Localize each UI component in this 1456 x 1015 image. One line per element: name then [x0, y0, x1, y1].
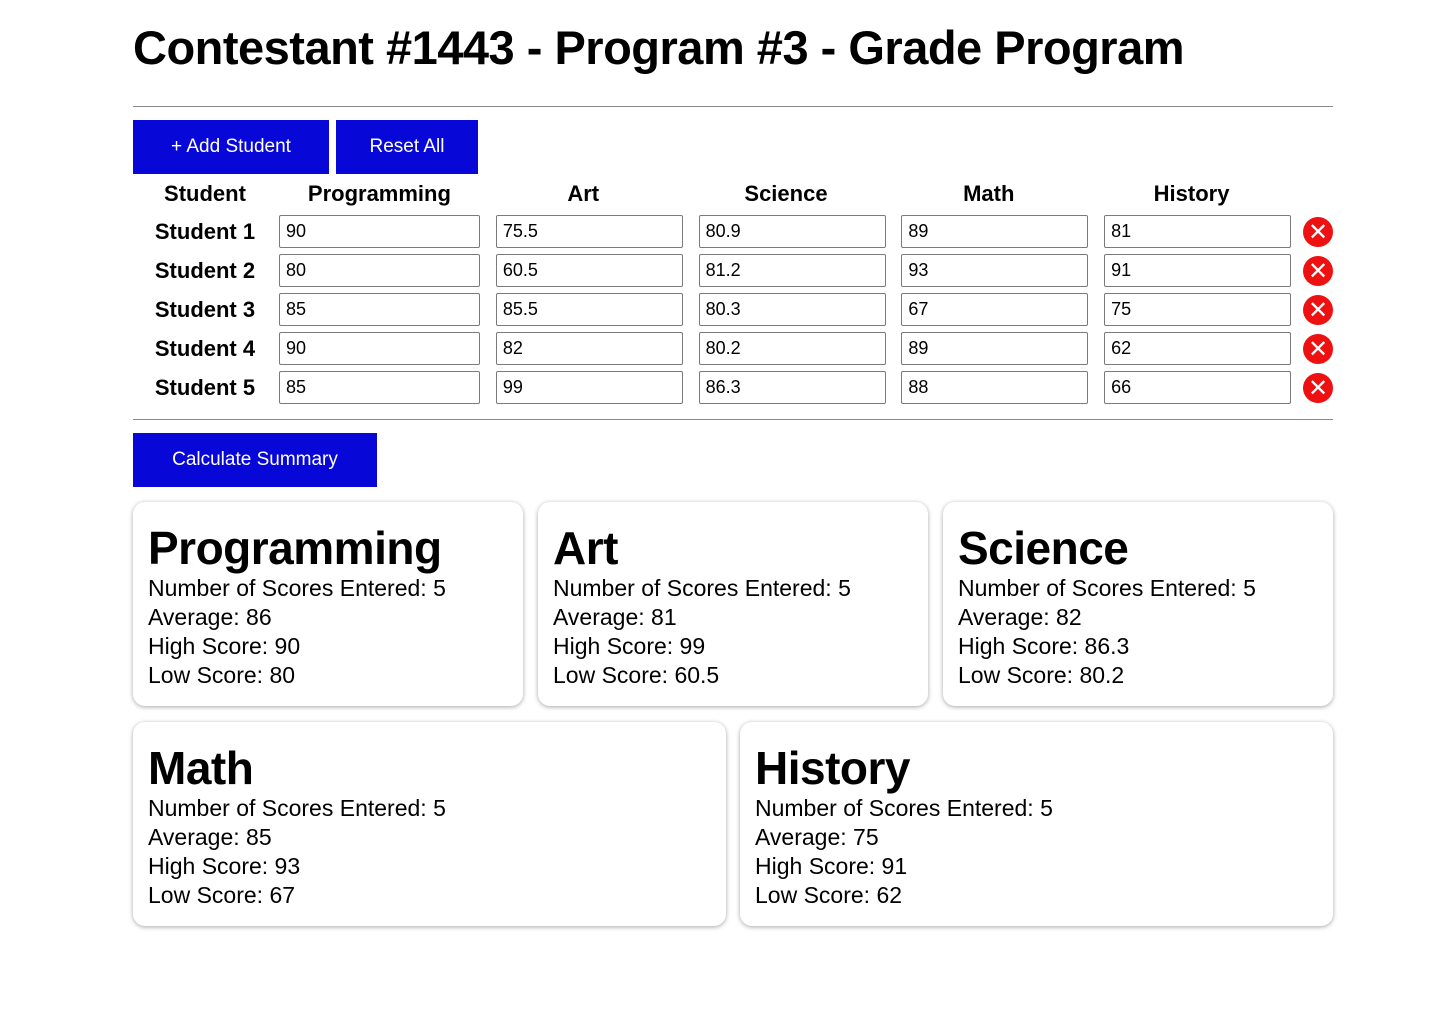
summary-high-score: High Score: 90 [148, 633, 301, 659]
table-row: Student 4 ✕ [133, 329, 1333, 368]
summary-high-score: High Score: 93 [148, 853, 301, 879]
programming-score-input[interactable] [279, 254, 480, 287]
summary-count: Number of Scores Entered: 5 [755, 795, 1053, 821]
summary-card-science: Science Number of Scores Entered: 5 Aver… [943, 502, 1333, 706]
summary-high-score: High Score: 99 [553, 633, 706, 659]
summary-high-score: High Score: 91 [755, 853, 908, 879]
history-score-input[interactable] [1104, 254, 1292, 287]
art-score-input[interactable] [495, 254, 683, 287]
math-score-input[interactable] [901, 254, 1089, 287]
history-score-input[interactable] [1104, 293, 1292, 326]
summary-count: Number of Scores Entered: 5 [148, 795, 446, 821]
science-score-input[interactable] [698, 332, 886, 365]
close-icon[interactable]: ✕ [1303, 372, 1333, 403]
header-student: Student [164, 181, 246, 206]
close-icon[interactable]: ✕ [1303, 333, 1333, 364]
student-name: Student 3 [154, 296, 256, 322]
math-score-input[interactable] [901, 215, 1089, 248]
science-score-input[interactable] [698, 215, 886, 248]
science-score-input[interactable] [698, 254, 886, 287]
summary-average: Average: 85 [148, 824, 272, 850]
summary-average: Average: 81 [553, 604, 677, 630]
middle-divider [133, 419, 1333, 420]
table-header-row: Student Programming Art Science Math His… [133, 176, 1333, 212]
student-name: Student 4 [154, 335, 256, 361]
header-actions [1293, 176, 1333, 212]
programming-score-input[interactable] [279, 215, 480, 248]
summary-card-history: History Number of Scores Entered: 5 Aver… [740, 722, 1333, 926]
math-score-input[interactable] [901, 371, 1089, 404]
summary-card-art: Art Number of Scores Entered: 5 Average:… [538, 502, 928, 706]
header-science: Science [744, 181, 828, 206]
summary-card-title: Art [553, 522, 618, 574]
science-score-input[interactable] [698, 371, 886, 404]
summary-count: Number of Scores Entered: 5 [958, 575, 1256, 601]
math-score-input[interactable] [901, 332, 1089, 365]
top-divider [133, 106, 1333, 107]
summary-low-score: Low Score: 60.5 [553, 662, 720, 688]
header-math: Math [963, 181, 1015, 206]
reset-all-button[interactable]: Reset All [336, 120, 478, 174]
student-name: Student 1 [154, 218, 256, 244]
art-score-input[interactable] [495, 371, 683, 404]
table-row: Student 2 ✕ [133, 251, 1333, 290]
summary-card-title: Programming [148, 522, 442, 574]
table-row: Student 3 ✕ [133, 290, 1333, 329]
programming-score-input[interactable] [279, 293, 480, 326]
summary-average: Average: 75 [755, 824, 879, 850]
summary-card-title: History [755, 742, 910, 794]
summary-low-score: Low Score: 80 [148, 662, 296, 688]
add-student-button[interactable]: + Add Student [133, 120, 329, 174]
summary-card-math: Math Number of Scores Entered: 5 Average… [133, 722, 726, 926]
header-history: History [1153, 181, 1230, 206]
summary-count: Number of Scores Entered: 5 [148, 575, 446, 601]
summary-card-title: Math [148, 742, 254, 794]
summary-average: Average: 86 [148, 604, 272, 630]
summary-low-score: Low Score: 80.2 [958, 662, 1125, 688]
art-score-input[interactable] [495, 215, 683, 248]
close-icon[interactable]: ✕ [1303, 255, 1333, 286]
grades-table: Student Programming Art Science Math His… [133, 176, 1333, 407]
summary-low-score: Low Score: 67 [148, 882, 296, 908]
programming-score-input[interactable] [279, 332, 480, 365]
art-score-input[interactable] [495, 332, 683, 365]
header-art: Art [567, 181, 600, 206]
summary-average: Average: 82 [958, 604, 1082, 630]
math-score-input[interactable] [901, 293, 1089, 326]
close-icon[interactable]: ✕ [1303, 294, 1333, 325]
history-score-input[interactable] [1104, 371, 1292, 404]
table-row: Student 5 ✕ [133, 368, 1333, 407]
summary-low-score: Low Score: 62 [755, 882, 903, 908]
student-name: Student 2 [154, 257, 256, 283]
science-score-input[interactable] [698, 293, 886, 326]
summary-card-programming: Programming Number of Scores Entered: 5 … [133, 502, 523, 706]
header-programming: Programming [307, 181, 451, 206]
art-score-input[interactable] [495, 293, 683, 326]
history-score-input[interactable] [1104, 215, 1292, 248]
table-row: Student 1 ✕ [133, 212, 1333, 251]
summary-count: Number of Scores Entered: 5 [553, 575, 851, 601]
page-title: Contestant #1443 - Program #3 - Grade Pr… [133, 21, 1185, 74]
calculate-summary-button[interactable]: Calculate Summary [133, 433, 377, 487]
student-name: Student 5 [154, 374, 256, 400]
programming-score-input[interactable] [279, 371, 480, 404]
summary-card-title: Science [958, 522, 1129, 574]
history-score-input[interactable] [1104, 332, 1292, 365]
summary-high-score: High Score: 86.3 [958, 633, 1130, 659]
close-icon[interactable]: ✕ [1303, 216, 1333, 247]
